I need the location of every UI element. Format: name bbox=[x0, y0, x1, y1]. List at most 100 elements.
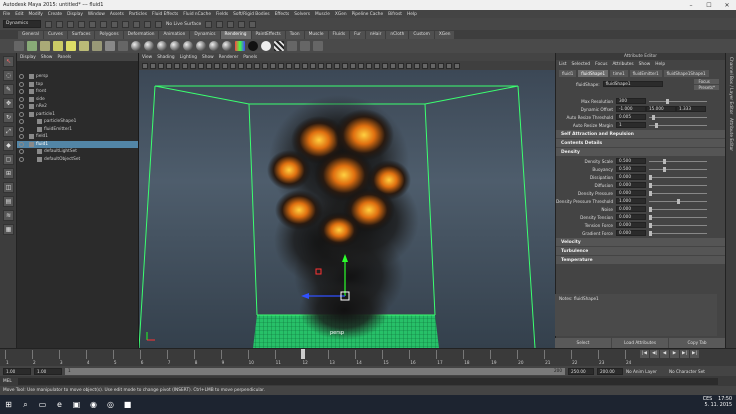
explorer-icon[interactable]: ▣ bbox=[71, 399, 82, 410]
current-frame-marker[interactable] bbox=[300, 349, 305, 359]
range-bar[interactable]: 1 200 bbox=[65, 367, 565, 375]
select-tool-icon[interactable]: ↖ bbox=[3, 56, 14, 67]
blinn-sphere-icon[interactable] bbox=[144, 41, 154, 51]
shelf-tab-painteffects[interactable]: PaintEffects bbox=[251, 31, 285, 39]
camera-icon[interactable] bbox=[14, 41, 24, 51]
black-sphere-icon[interactable] bbox=[248, 41, 258, 51]
outliner-item[interactable]: particleShape1 bbox=[17, 118, 138, 126]
attribute-value-field[interactable]: 0.000 bbox=[616, 214, 646, 220]
ipr-render-icon[interactable] bbox=[216, 20, 224, 28]
outliner-item[interactable]: fluidEmitter1 bbox=[17, 126, 138, 134]
viewport-menu-renderer[interactable]: Renderer bbox=[219, 55, 239, 60]
attribute-slider[interactable] bbox=[649, 222, 707, 228]
attribute-value-field[interactable]: 1 bbox=[616, 122, 646, 128]
menu-solvers[interactable]: Solvers bbox=[294, 12, 310, 17]
attribute-slider[interactable] bbox=[649, 174, 707, 180]
shelf-tab-polygons[interactable]: Polygons bbox=[95, 31, 123, 39]
ocean-sphere-icon[interactable] bbox=[209, 41, 219, 51]
slider-handle[interactable] bbox=[665, 98, 669, 104]
viewport-toolbar-icon[interactable] bbox=[438, 62, 444, 69]
search-icon[interactable]: ⌕ bbox=[20, 399, 31, 410]
slider-handle[interactable] bbox=[649, 174, 652, 180]
viewport-menu-shading[interactable]: Shading bbox=[157, 55, 174, 60]
graph-layout-icon[interactable]: ≋ bbox=[3, 210, 14, 221]
snap-curve-icon[interactable] bbox=[122, 20, 129, 28]
start-icon[interactable]: ⊞ bbox=[3, 399, 14, 410]
area-light-icon[interactable] bbox=[66, 41, 76, 51]
slider-handle[interactable] bbox=[649, 182, 652, 188]
attr-tab-fluidshape1[interactable]: fluidShape1 bbox=[578, 70, 609, 77]
viewport-toolbar-icon[interactable] bbox=[294, 62, 300, 69]
viewport-toolbar-icon[interactable] bbox=[334, 62, 340, 69]
close-button[interactable]: ✕ bbox=[718, 0, 736, 10]
slider-handle[interactable] bbox=[649, 206, 652, 212]
visibility-icon[interactable] bbox=[19, 149, 24, 155]
render-icon[interactable] bbox=[205, 20, 213, 28]
viewport-toolbar-icon[interactable] bbox=[342, 62, 348, 69]
menu-window[interactable]: Window bbox=[88, 12, 105, 17]
attr-menu-attributes[interactable]: Attributes bbox=[612, 62, 633, 67]
menu-soft-rigid-bodies[interactable]: Soft/Rigid Bodies bbox=[233, 12, 270, 17]
single-pane-icon[interactable]: ▢ bbox=[3, 154, 14, 165]
visibility-icon[interactable] bbox=[19, 134, 24, 140]
viewport-3d[interactable] bbox=[139, 70, 555, 348]
viewport-toolbar-icon[interactable] bbox=[278, 62, 284, 69]
attribute-slider[interactable] bbox=[649, 230, 707, 236]
shelf-tab-toon[interactable]: Toon bbox=[285, 31, 304, 39]
shelf-tab-xgen[interactable]: XGen bbox=[434, 31, 455, 39]
playback-end-field[interactable]: 250.00 bbox=[568, 367, 594, 375]
outliner-item[interactable]: persp bbox=[17, 73, 138, 81]
attribute-value-field[interactable]: 0.000 bbox=[616, 222, 646, 228]
time-slider[interactable]: 1 2 3 4 5 6 7 8 9 10 11 12 13 14 15 16 17 18 19 20 21 22 23 24 bbox=[0, 348, 736, 366]
light-icon[interactable] bbox=[27, 41, 37, 51]
attribute-slider[interactable] bbox=[649, 122, 707, 128]
visibility-icon[interactable] bbox=[19, 89, 24, 95]
hypershade-layout-icon[interactable]: ▦ bbox=[3, 224, 14, 235]
viewport-menu-show[interactable]: Show bbox=[202, 55, 214, 60]
slider-handle[interactable] bbox=[649, 222, 652, 228]
playback-button[interactable]: ▶| bbox=[680, 350, 689, 358]
attribute-value-field[interactable]: 0.500 bbox=[616, 166, 646, 172]
white-sphere-icon[interactable] bbox=[261, 41, 271, 51]
hypershade-icon[interactable] bbox=[238, 20, 246, 28]
attribute-slider[interactable] bbox=[649, 114, 707, 120]
shelf-tab-custom[interactable]: Custom bbox=[409, 31, 434, 39]
channel-box-tab[interactable]: Channel Box / Layer Editor bbox=[728, 57, 733, 114]
attribute-value-field[interactable]: -1.000 bbox=[616, 106, 646, 112]
open-scene-icon[interactable] bbox=[56, 20, 63, 28]
outliner-item[interactable]: particle1 bbox=[17, 111, 138, 119]
load-attributes-button[interactable]: Load Attributes bbox=[612, 338, 668, 348]
viewport-menu-view[interactable]: View bbox=[142, 55, 152, 60]
viewport-toolbar-icon[interactable] bbox=[390, 62, 396, 69]
task-view-icon[interactable]: ▭ bbox=[37, 399, 48, 410]
save-scene-icon[interactable] bbox=[67, 20, 74, 28]
checker-icon[interactable] bbox=[274, 41, 284, 51]
slider-handle[interactable] bbox=[654, 122, 658, 128]
render-settings-icon[interactable] bbox=[227, 20, 235, 28]
menu-file[interactable]: File bbox=[3, 12, 10, 17]
slider-handle[interactable] bbox=[649, 190, 652, 196]
select-hierarchy-icon[interactable] bbox=[78, 20, 85, 28]
outliner-item[interactable]: top bbox=[17, 81, 138, 89]
lambert-sphere-icon[interactable] bbox=[131, 41, 141, 51]
layered-sphere-icon[interactable] bbox=[196, 41, 206, 51]
playback-button[interactable]: ◀ bbox=[660, 350, 669, 358]
menu-fluid-effects[interactable]: Fluid Effects bbox=[152, 12, 178, 17]
attr-tab-time1[interactable]: time1 bbox=[610, 70, 628, 77]
viewport-toolbar-icon[interactable] bbox=[406, 62, 412, 69]
shape-name-field[interactable]: fluidShape1 bbox=[602, 81, 663, 87]
chrome-icon[interactable]: ◉ bbox=[88, 399, 99, 410]
attribute-slider[interactable] bbox=[649, 206, 707, 212]
attr-tab-fluid1[interactable]: fluid1 bbox=[559, 70, 577, 77]
viewport-toolbar-icon[interactable] bbox=[142, 62, 148, 69]
menu-bifrost[interactable]: Bifrost bbox=[388, 12, 402, 17]
shelf-tab-deformation[interactable]: Deformation bbox=[123, 31, 159, 39]
attribute-slider[interactable] bbox=[649, 98, 707, 104]
attribute-slider[interactable] bbox=[649, 190, 707, 196]
shelf-tab-rendering[interactable]: Rendering bbox=[220, 31, 251, 39]
magnet-icon[interactable] bbox=[144, 20, 151, 28]
menu-muscle[interactable]: Muscle bbox=[315, 12, 330, 17]
viewport-toolbar-icon[interactable] bbox=[358, 62, 364, 69]
ambient-light-icon[interactable] bbox=[92, 41, 102, 51]
point-light-icon[interactable] bbox=[53, 41, 63, 51]
